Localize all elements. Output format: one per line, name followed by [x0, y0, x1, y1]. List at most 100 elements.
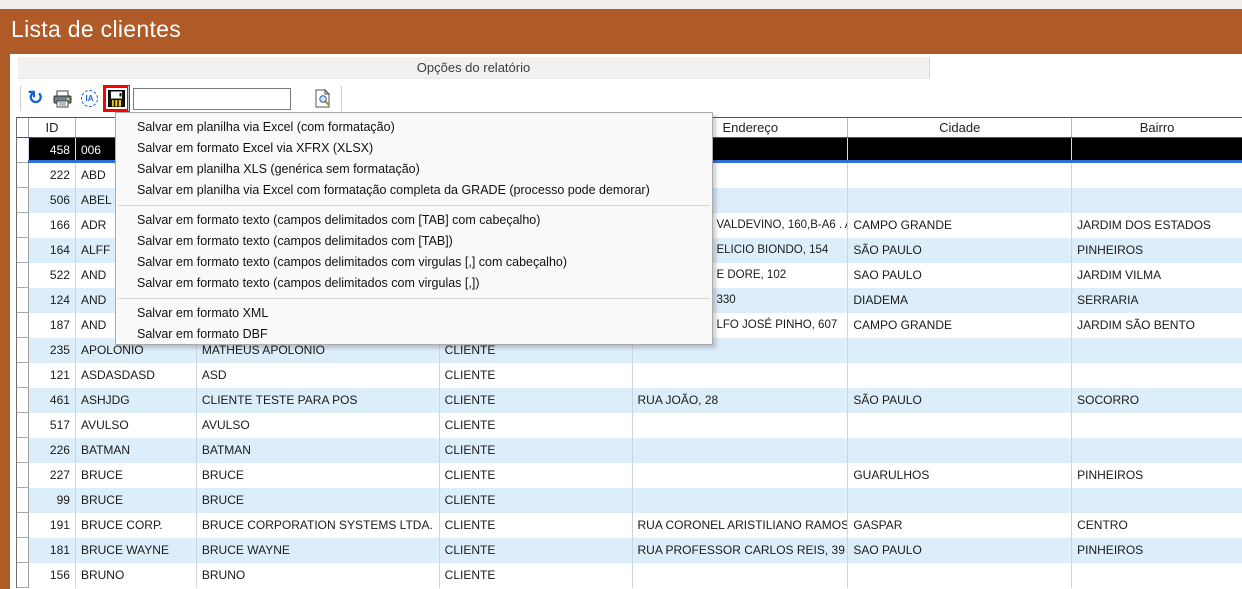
cell-city[interactable] [848, 413, 1072, 438]
menu-item[interactable]: Salvar em planilha XLS (genérica sem for… [116, 159, 712, 180]
menu-item[interactable]: Salvar em planilha via Excel com formata… [116, 180, 712, 201]
cell-district[interactable]: SOCORRO [1072, 388, 1242, 413]
table-row[interactable]: 517AVULSOAVULSOCLIENTE [17, 413, 1242, 438]
cell-district[interactable]: PINHEIROS [1072, 238, 1242, 263]
table-row[interactable]: 191BRUCE CORP.BRUCE CORPORATION SYSTEMS … [17, 513, 1242, 538]
cell-city[interactable]: SAO PAULO [848, 538, 1072, 563]
cell-id[interactable]: 191 [29, 513, 76, 538]
header-city[interactable]: Cidade [848, 118, 1072, 137]
cell-name[interactable]: ASD [197, 363, 440, 388]
cell-id[interactable]: 461 [29, 388, 76, 413]
table-row[interactable]: 226BATMANBATMANCLIENTE [17, 438, 1242, 463]
cell-id[interactable]: 506 [29, 188, 76, 213]
cell-city[interactable] [848, 363, 1072, 388]
cell-name[interactable]: BRUCE [197, 463, 440, 488]
table-row[interactable]: 121ASDASDASDASDCLIENTE [17, 363, 1242, 388]
cell-city[interactable] [848, 188, 1072, 213]
cell-id[interactable]: 522 [29, 263, 76, 288]
cell-address[interactable] [633, 463, 849, 488]
cell-district[interactable] [1072, 438, 1242, 463]
table-row[interactable]: 99BRUCEBRUCECLIENTE [17, 488, 1242, 513]
menu-item[interactable]: Salvar em formato texto (campos delimita… [116, 231, 712, 252]
cell-code[interactable]: AVULSO [76, 413, 197, 438]
cell-code[interactable]: BRUCE [76, 463, 197, 488]
cell-city[interactable]: GUARULHOS [848, 463, 1072, 488]
table-row[interactable]: 181BRUCE WAYNEBRUCE WAYNECLIENTERUA PROF… [17, 538, 1242, 563]
cell-address[interactable] [633, 413, 849, 438]
menu-item[interactable]: Salvar em formato texto (campos delimita… [116, 273, 712, 294]
filter-input[interactable] [133, 88, 291, 110]
cell-city[interactable]: SAO PAULO [848, 263, 1072, 288]
cell-type[interactable]: CLIENTE [440, 563, 633, 588]
cell-type[interactable]: CLIENTE [440, 438, 633, 463]
cell-city[interactable]: CAMPO GRANDE [848, 213, 1072, 238]
table-row[interactable]: 461ASHJDGCLIENTE TESTE PARA POSCLIENTERU… [17, 388, 1242, 413]
menu-item[interactable]: Salvar em formato texto (campos delimita… [116, 252, 712, 273]
cell-address[interactable] [633, 563, 849, 588]
cell-city[interactable]: CAMPO GRANDE [848, 313, 1072, 338]
cell-name[interactable]: BRUCE WAYNE [197, 538, 440, 563]
cell-address[interactable] [633, 488, 849, 513]
cell-id[interactable]: 124 [29, 288, 76, 313]
cell-name[interactable]: AVULSO [197, 413, 440, 438]
table-row[interactable]: 156BRUNOBRUNOCLIENTE [17, 563, 1242, 588]
cell-district[interactable]: PINHEIROS [1072, 538, 1242, 563]
cell-city[interactable]: GASPAR [848, 513, 1072, 538]
cell-name[interactable]: BRUCE CORPORATION SYSTEMS LTDA. [197, 513, 440, 538]
cell-type[interactable]: CLIENTE [440, 413, 633, 438]
cell-district[interactable]: PINHEIROS [1072, 463, 1242, 488]
cell-district[interactable] [1072, 363, 1242, 388]
header-id[interactable]: ID [29, 118, 76, 137]
cell-id[interactable]: 187 [29, 313, 76, 338]
cell-district[interactable] [1072, 163, 1242, 188]
cell-type[interactable]: CLIENTE [440, 513, 633, 538]
cell-type[interactable]: CLIENTE [440, 538, 633, 563]
cell-district[interactable]: JARDIM SÃO BENTO [1072, 313, 1242, 338]
cell-id[interactable]: 156 [29, 563, 76, 588]
cell-type[interactable]: CLIENTE [440, 363, 633, 388]
cell-district[interactable]: SERRARIA [1072, 288, 1242, 313]
cell-name[interactable]: BRUCE [197, 488, 440, 513]
cell-id[interactable]: 222 [29, 163, 76, 188]
cell-address[interactable] [633, 363, 849, 388]
cell-code[interactable]: BRUCE [76, 488, 197, 513]
cell-city[interactable] [848, 488, 1072, 513]
cell-id[interactable]: 99 [29, 488, 76, 513]
cell-type[interactable]: CLIENTE [440, 388, 633, 413]
cell-id[interactable]: 517 [29, 413, 76, 438]
cell-code[interactable]: ASHJDG [76, 388, 197, 413]
cell-id[interactable]: 226 [29, 438, 76, 463]
cell-city[interactable]: DIADEMA [848, 288, 1072, 313]
table-row[interactable]: 227BRUCEBRUCECLIENTEGUARULHOSPINHEIROS [17, 463, 1242, 488]
cell-address[interactable]: RUA CORONEL ARISTILIANO RAMOS,190- [633, 513, 849, 538]
header-district[interactable]: Bairro [1072, 118, 1242, 137]
menu-item[interactable]: Salvar em formato DBF [116, 324, 712, 345]
menu-item[interactable]: Salvar em formato texto (campos delimita… [116, 210, 712, 231]
cell-name[interactable]: CLIENTE TESTE PARA POS [197, 388, 440, 413]
cell-name[interactable]: BRUNO [197, 563, 440, 588]
cell-id[interactable]: 166 [29, 213, 76, 238]
cell-address[interactable]: RUA PROFESSOR CARLOS REIS, 39 [633, 538, 849, 563]
cell-address[interactable] [633, 438, 849, 463]
menu-item[interactable]: Salvar em formato Excel via XFRX (XLSX) [116, 138, 712, 159]
cell-district[interactable] [1072, 413, 1242, 438]
cell-id[interactable]: 235 [29, 338, 76, 363]
cell-district[interactable] [1072, 188, 1242, 213]
save-button[interactable] [106, 88, 127, 109]
cell-district[interactable] [1072, 338, 1242, 363]
cell-code[interactable]: BRUNO [76, 563, 197, 588]
cell-city[interactable]: SÃO PAULO [848, 238, 1072, 263]
cell-code[interactable]: ASDASDASD [76, 363, 197, 388]
cell-code[interactable]: BRUCE CORP. [76, 513, 197, 538]
cell-city[interactable] [848, 438, 1072, 463]
cell-city[interactable] [848, 563, 1072, 588]
refresh-button[interactable]: ↻ [25, 88, 46, 109]
cell-code[interactable]: BRUCE WAYNE [76, 538, 197, 563]
print-preview-button[interactable] [313, 88, 334, 109]
cell-code[interactable]: BATMAN [76, 438, 197, 463]
cell-city[interactable] [848, 163, 1072, 188]
print-button[interactable] [52, 88, 73, 109]
cell-city[interactable]: SÃO PAULO [848, 388, 1072, 413]
cell-district[interactable]: JARDIM VILMA [1072, 263, 1242, 288]
export-xfrx-button[interactable]: IA [79, 88, 100, 109]
